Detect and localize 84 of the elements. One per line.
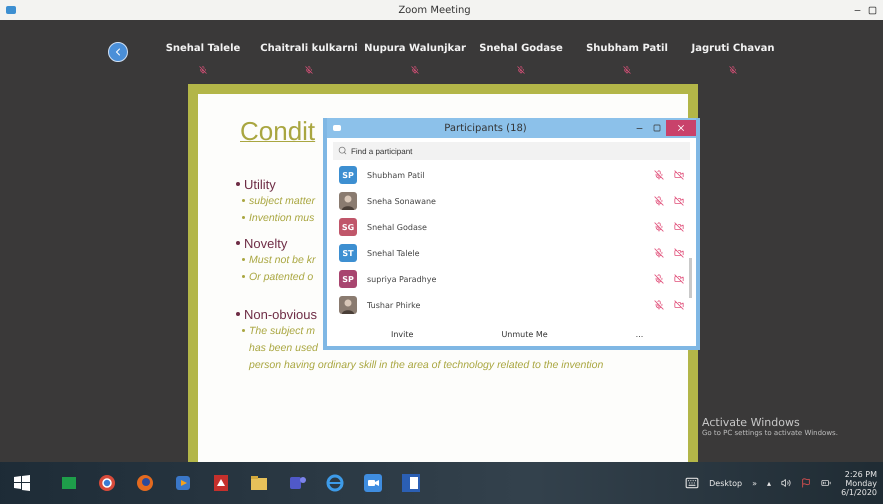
participant-name: Snehal Talele	[166, 42, 240, 54]
muted-mic-icon	[305, 66, 313, 74]
panel-button[interactable]: Invite	[387, 328, 418, 340]
slide-subpoint: Or patented o	[249, 270, 314, 282]
initials-avatar: SG	[339, 218, 357, 236]
participant-name: Jagruti Chavan	[692, 42, 774, 54]
muted-mic-icon[interactable]	[654, 274, 664, 284]
muted-mic-icon	[199, 66, 207, 74]
participant-name: Nupura Walunjkar	[364, 42, 466, 54]
participant-name: Snehal Talele	[367, 248, 421, 258]
app-logo-icon	[333, 125, 341, 131]
participant-name: Chaitrali kulkarni	[260, 42, 358, 54]
bullet-icon	[236, 182, 240, 186]
bullet-icon	[242, 199, 245, 202]
app-logo-icon	[6, 6, 16, 14]
overflow-chevron[interactable]: »	[752, 478, 758, 488]
bullet-icon	[242, 329, 245, 332]
bullet-icon	[242, 258, 245, 261]
muted-mic-icon	[411, 66, 419, 74]
bullet-icon	[242, 216, 245, 219]
slide-subpoint: The subject m	[249, 324, 315, 336]
muted-mic-icon[interactable]	[654, 196, 664, 206]
slide-subpoint: Must not be kr	[249, 254, 316, 266]
search-field[interactable]: Find a participant	[333, 142, 690, 160]
maximize-icon	[653, 124, 661, 132]
flag-icon[interactable]	[801, 478, 812, 488]
panel-button[interactable]: ...	[632, 328, 648, 340]
muted-mic-icon[interactable]	[654, 170, 664, 180]
participant-name: Snehal Godase	[479, 42, 563, 54]
slide-subpoint: has been used	[249, 342, 318, 354]
word-app-icon	[400, 472, 422, 494]
activation-title: Activate Windows	[702, 416, 801, 429]
participant-name: Tushar Phirke	[367, 300, 422, 310]
initials-avatar: SP	[339, 270, 357, 288]
window-title: Zoom Meeting	[398, 4, 471, 16]
video-off-icon[interactable]	[674, 196, 684, 206]
close-button[interactable]	[666, 120, 696, 136]
search-icon	[338, 146, 347, 155]
muted-mic-icon	[517, 66, 525, 74]
muted-mic-icon	[729, 66, 737, 74]
video-off-icon[interactable]	[674, 300, 684, 310]
maximize-icon[interactable]	[868, 6, 877, 14]
clock-day[interactable]: Monday	[845, 478, 877, 488]
user-avatar-icon	[339, 296, 357, 314]
bullet-icon	[242, 275, 245, 278]
muted-mic-icon[interactable]	[654, 300, 664, 310]
muted-mic-icon[interactable]	[654, 222, 664, 232]
slide-subpoint: Invention mus	[249, 212, 314, 224]
tray-arrow[interactable]: ▴	[767, 478, 772, 488]
initials-avatar: ST	[339, 244, 357, 262]
user-avatar-icon	[339, 192, 357, 210]
start-icon[interactable]	[14, 475, 30, 491]
participant-name: Shubham Patil	[586, 42, 668, 54]
slide-bullet: Utility	[244, 176, 276, 192]
clock-date[interactable]: 6/1/2020	[841, 488, 877, 496]
bullet-icon	[236, 312, 240, 316]
video-off-icon[interactable]	[674, 274, 684, 284]
participant-name: Sneha Sonawane	[367, 196, 437, 206]
slide-subpoint: person having ordinary skill in the area of technology related to the invention	[249, 358, 604, 370]
video-off-icon[interactable]	[674, 170, 684, 180]
muted-mic-icon[interactable]	[654, 248, 664, 258]
slide-bullet: Non-obvious	[244, 306, 317, 322]
clock-time[interactable]: 2:26 PM	[844, 470, 877, 478]
panel-title: Participants (18)	[443, 122, 528, 134]
desktop-label[interactable]: Desktop	[709, 478, 742, 488]
close-icon	[676, 123, 686, 133]
speaker-icon[interactable]	[781, 478, 792, 488]
slide-subpoint: subject matter	[249, 194, 315, 206]
zoom-app-icon	[362, 472, 384, 494]
video-off-icon[interactable]	[674, 248, 684, 258]
bullet-icon	[236, 241, 240, 245]
participant-name: Shubham Patil	[367, 170, 426, 180]
participant-name: supriya Paradhye	[367, 274, 438, 284]
video-off-icon[interactable]	[674, 222, 684, 232]
initials-avatar: SP	[339, 166, 357, 184]
scrollbar[interactable]	[689, 258, 692, 298]
participant-name: Snehal Godase	[367, 222, 428, 232]
battery-icon[interactable]	[821, 478, 832, 488]
slide-bullet: Novelty	[244, 236, 288, 250]
muted-mic-icon	[623, 66, 631, 74]
panel-button[interactable]: Unmute Me	[497, 328, 552, 340]
keyboard-icon[interactable]	[685, 476, 700, 490]
back-button[interactable]	[108, 42, 128, 62]
slide-title: Condit	[240, 116, 316, 146]
